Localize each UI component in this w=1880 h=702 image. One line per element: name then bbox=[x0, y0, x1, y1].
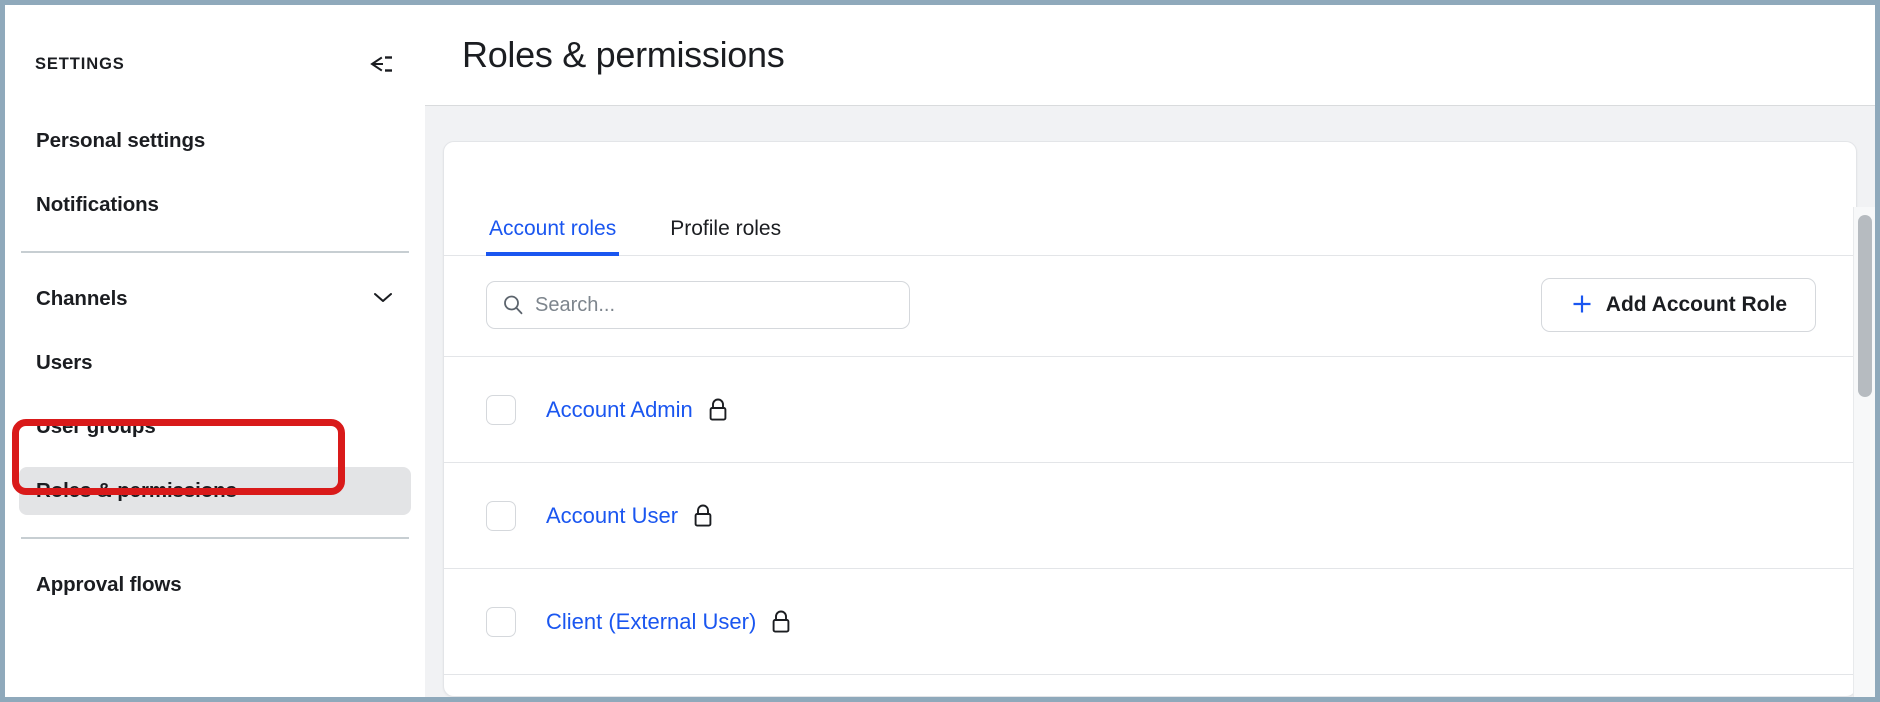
main-panel: Roles & permissions Account roles Profil… bbox=[425, 5, 1875, 697]
sidebar-item-label: Channels bbox=[36, 287, 127, 311]
sidebar-item-label: User groups bbox=[36, 415, 156, 439]
sidebar-item-label: Notifications bbox=[36, 193, 159, 217]
role-name-link[interactable]: Account Admin bbox=[546, 397, 693, 423]
sidebar-item-label: Roles & permissions bbox=[36, 479, 237, 503]
content-area: Account roles Profile roles bbox=[425, 105, 1875, 697]
tab-profile-roles[interactable]: Profile roles bbox=[667, 217, 784, 255]
sidebar-item-personal-settings[interactable]: Personal settings bbox=[19, 117, 411, 165]
chevron-down-icon[interactable] bbox=[372, 290, 394, 309]
row-checkbox[interactable] bbox=[486, 607, 516, 637]
search-input[interactable] bbox=[486, 281, 910, 329]
nav-spacer bbox=[5, 229, 425, 251]
scrollbar-thumb[interactable] bbox=[1858, 215, 1872, 397]
sidebar-item-label: Personal settings bbox=[36, 129, 205, 153]
lock-icon bbox=[770, 609, 792, 635]
row-checkbox[interactable] bbox=[486, 501, 516, 531]
lock-icon bbox=[707, 397, 729, 423]
sidebar-item-channels[interactable]: Channels bbox=[19, 275, 411, 323]
lock-icon bbox=[692, 503, 714, 529]
sidebar-item-label: Approval flows bbox=[36, 573, 182, 597]
row-checkbox[interactable] bbox=[486, 395, 516, 425]
roles-toolbar: Add Account Role bbox=[444, 256, 1856, 357]
tab-bar: Account roles Profile roles bbox=[444, 142, 1856, 256]
sidebar-item-users[interactable]: Users bbox=[19, 339, 411, 387]
sidebar-item-user-groups[interactable]: User groups bbox=[19, 403, 411, 451]
add-account-role-button[interactable]: Add Account Role bbox=[1541, 278, 1816, 332]
nav-spacer bbox=[5, 539, 425, 561]
nav-spacer bbox=[5, 515, 425, 537]
page-title: Roles & permissions bbox=[462, 34, 784, 76]
role-name-link[interactable]: Account User bbox=[546, 503, 678, 529]
settings-sidebar: SETTINGS Personal settings Notifications bbox=[5, 5, 425, 697]
nav-spacer bbox=[5, 387, 425, 403]
add-account-role-label: Add Account Role bbox=[1606, 293, 1787, 317]
table-row[interactable]: Account Admin bbox=[444, 357, 1856, 463]
sidebar-nav: Personal settings Notifications Channels bbox=[5, 83, 425, 609]
sidebar-item-label: Users bbox=[36, 351, 93, 375]
sidebar-header: SETTINGS bbox=[5, 5, 425, 83]
tab-account-roles[interactable]: Account roles bbox=[486, 217, 619, 255]
nav-spacer bbox=[5, 165, 425, 181]
nav-spacer bbox=[5, 451, 425, 467]
sidebar-item-notifications[interactable]: Notifications bbox=[19, 181, 411, 229]
sidebar-item-roles-and-permissions[interactable]: Roles & permissions bbox=[19, 467, 411, 515]
sidebar-title: SETTINGS bbox=[35, 55, 125, 74]
plus-icon bbox=[1570, 292, 1594, 319]
roles-card: Account roles Profile roles bbox=[443, 141, 1857, 697]
sidebar-item-approval-flows[interactable]: Approval flows bbox=[19, 561, 411, 609]
search-container bbox=[486, 281, 910, 329]
table-row[interactable] bbox=[444, 675, 1856, 697]
role-name-link[interactable]: Client (External User) bbox=[546, 609, 756, 635]
nav-spacer bbox=[5, 323, 425, 339]
table-row[interactable]: Client (External User) bbox=[444, 569, 1856, 675]
vertical-scrollbar[interactable] bbox=[1853, 207, 1875, 697]
table-row[interactable]: Account User bbox=[444, 463, 1856, 569]
collapse-sidebar-icon[interactable] bbox=[363, 47, 397, 81]
nav-spacer bbox=[5, 253, 425, 275]
page-header: Roles & permissions bbox=[425, 5, 1875, 105]
app-window: SETTINGS Personal settings Notifications bbox=[0, 0, 1880, 702]
